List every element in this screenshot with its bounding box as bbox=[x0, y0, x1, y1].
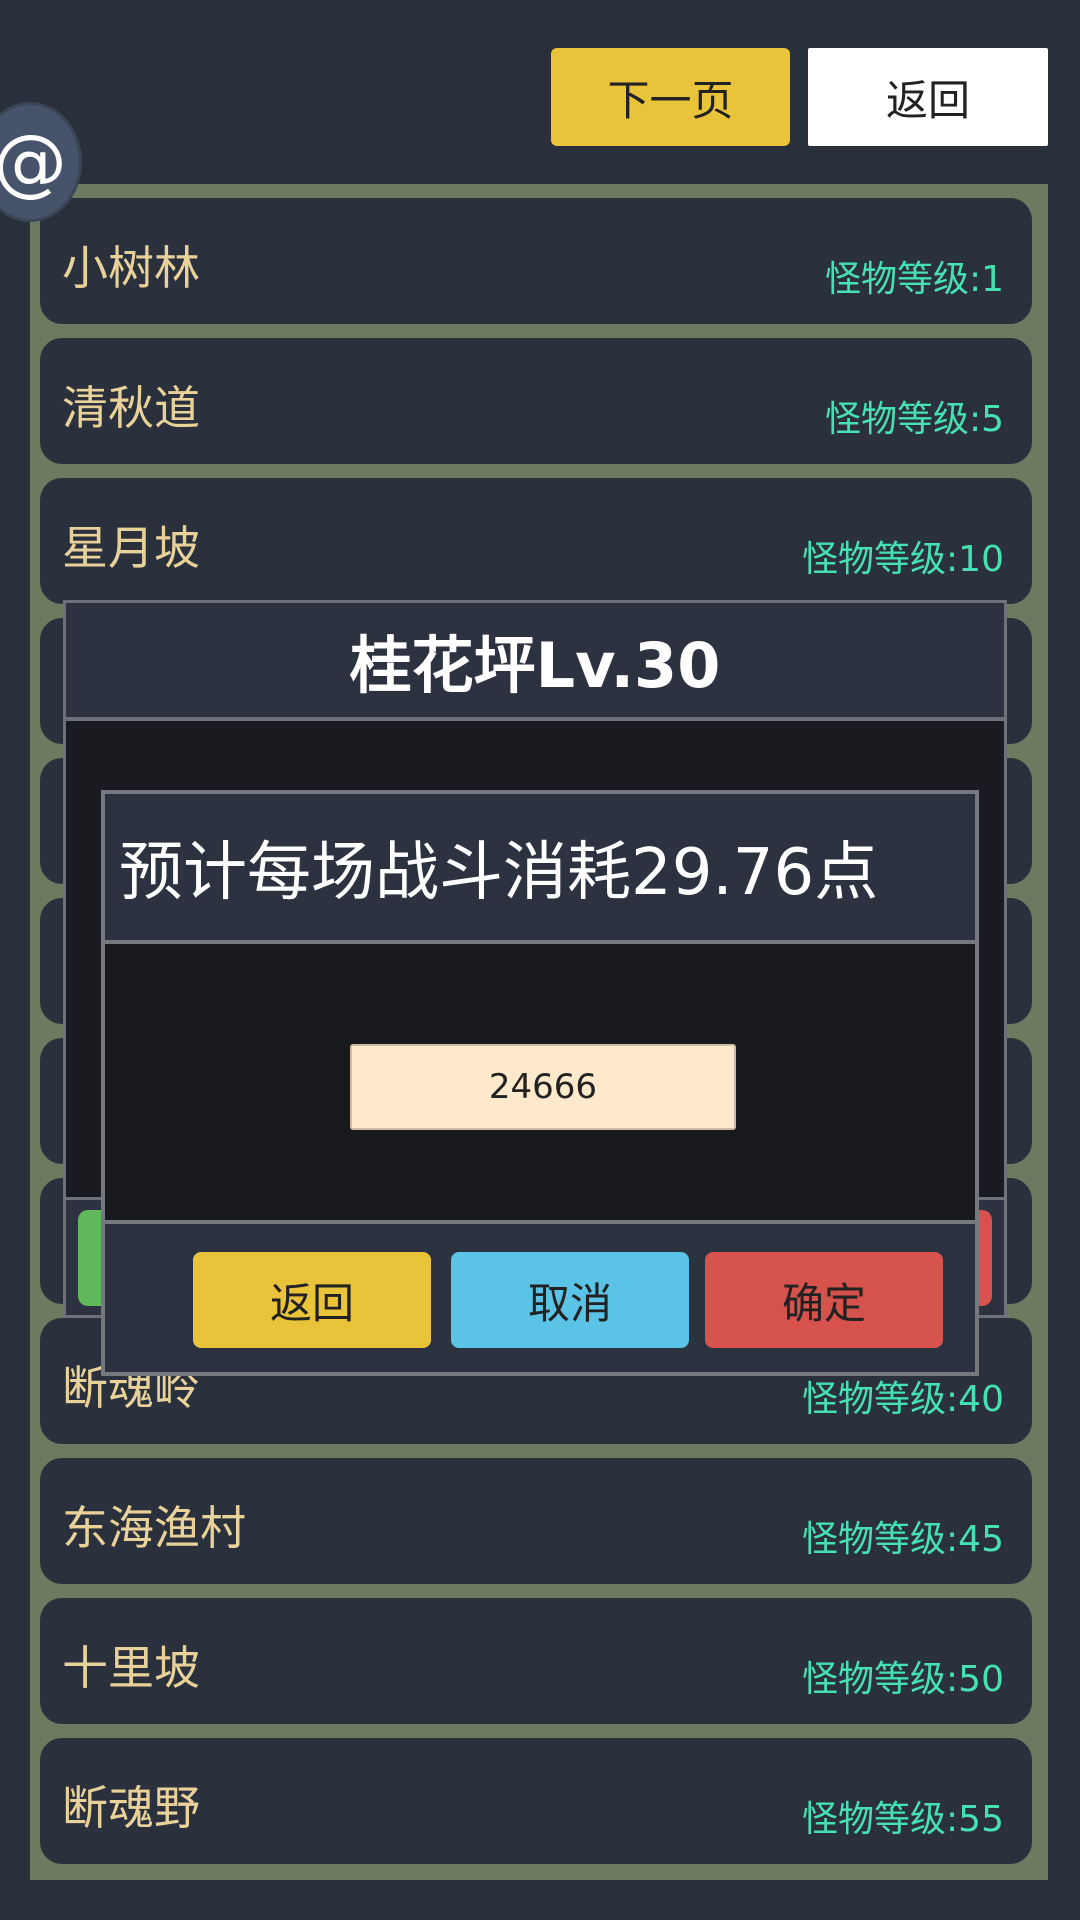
area-name: 小树林 bbox=[62, 241, 200, 295]
amount-input[interactable] bbox=[350, 1044, 736, 1130]
area-dialog-title: 桂花坪Lv.30 bbox=[66, 603, 1004, 721]
monster-level: 怪物等级:1 bbox=[824, 259, 1004, 300]
monster-level: 怪物等级:5 bbox=[824, 399, 1004, 440]
area-name: 东海渔村 bbox=[62, 1501, 246, 1555]
list-item[interactable]: 清秋道 怪物等级:5 bbox=[40, 338, 1032, 464]
monster-level: 怪物等级:10 bbox=[802, 539, 1004, 580]
back-button[interactable]: 返回 bbox=[808, 48, 1048, 146]
next-page-button[interactable]: 下一页 bbox=[551, 48, 790, 146]
return-button[interactable]: 返回 bbox=[193, 1252, 431, 1348]
confirm-dialog: 预计每场战斗消耗29.76点 返回 取消 确定 bbox=[101, 790, 979, 1376]
monster-level: 怪物等级:50 bbox=[802, 1659, 1004, 1700]
list-item[interactable]: 断魂野 怪物等级:55 bbox=[40, 1738, 1032, 1864]
list-item[interactable]: 东海渔村 怪物等级:45 bbox=[40, 1458, 1032, 1584]
monster-level: 怪物等级:55 bbox=[802, 1799, 1004, 1840]
monster-level: 怪物等级:40 bbox=[802, 1379, 1004, 1420]
confirm-dialog-title: 预计每场战斗消耗29.76点 bbox=[105, 794, 975, 944]
area-name: 断魂野 bbox=[62, 1781, 200, 1835]
cancel-button[interactable]: 取消 bbox=[451, 1252, 689, 1348]
area-name: 星月坡 bbox=[62, 521, 200, 575]
list-item[interactable]: 十里坡 怪物等级:50 bbox=[40, 1598, 1032, 1724]
confirm-dialog-footer: 返回 取消 确定 bbox=[105, 1220, 975, 1372]
area-name: 清秋道 bbox=[62, 381, 200, 435]
list-item[interactable]: 星月坡 怪物等级:10 bbox=[40, 478, 1032, 604]
area-name: 十里坡 bbox=[62, 1641, 200, 1695]
confirm-button[interactable]: 确定 bbox=[705, 1252, 943, 1348]
monster-level: 怪物等级:45 bbox=[802, 1519, 1004, 1560]
list-item[interactable]: 小树林 怪物等级:1 bbox=[40, 198, 1032, 324]
